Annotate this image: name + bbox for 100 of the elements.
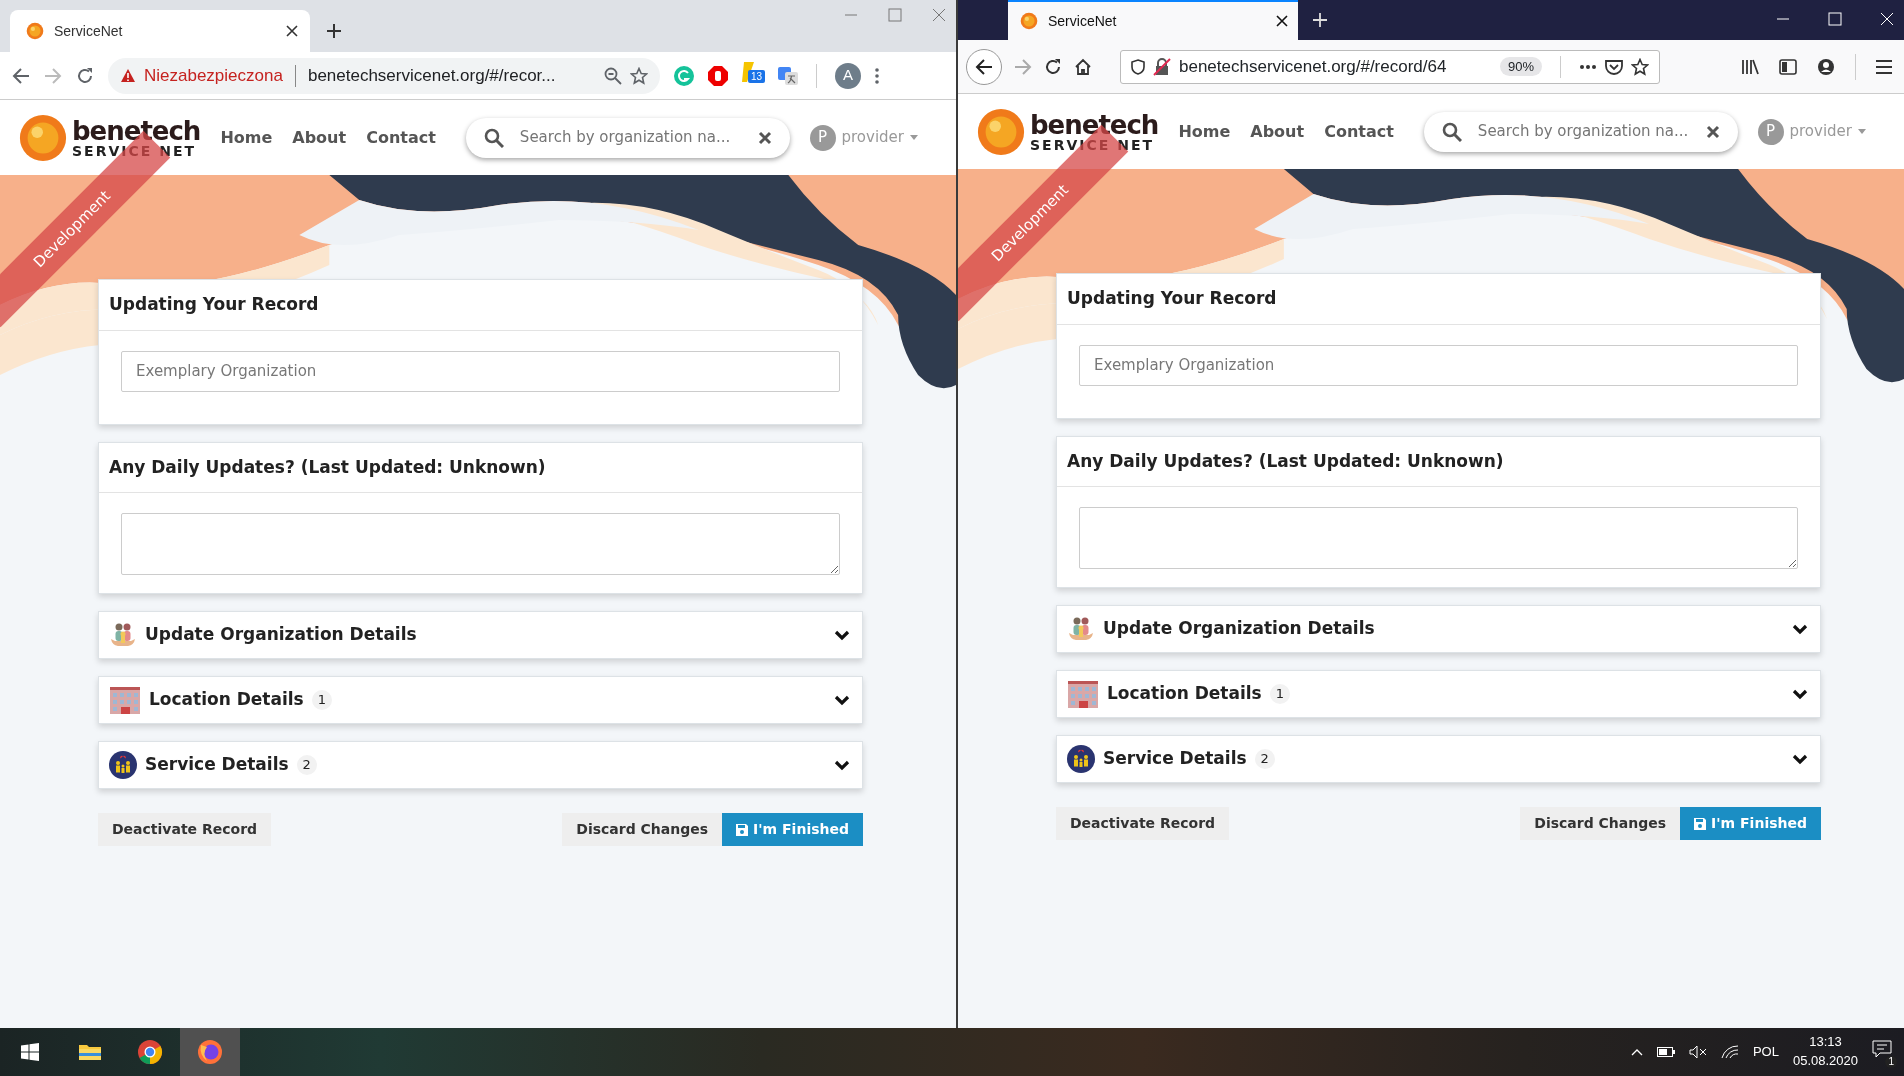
card-title: Updating Your Record	[1057, 274, 1820, 325]
chevron-down-icon	[834, 759, 850, 771]
notification-count: 1	[1885, 1055, 1897, 1068]
star-icon[interactable]	[1631, 57, 1649, 76]
accordion-header[interactable]: Service Details 2	[1056, 735, 1821, 783]
action-button[interactable]: Deactivate Record	[1056, 807, 1230, 840]
favicon-icon	[1020, 12, 1038, 30]
action-button[interactable]: Discard Changes	[1520, 807, 1681, 840]
card-title: Updating Your Record	[99, 280, 862, 331]
logo-globe-icon	[18, 112, 68, 163]
menu-icon[interactable]	[1876, 59, 1892, 74]
accordion-header[interactable]: Update Organization Details	[98, 611, 863, 659]
close-icon[interactable]	[1276, 15, 1288, 27]
wifi-icon[interactable]	[1720, 1045, 1739, 1059]
pocket-icon[interactable]	[1605, 58, 1623, 75]
account-icon[interactable]	[1817, 57, 1835, 76]
zoom-level[interactable]: 90%	[1499, 56, 1542, 77]
action-button[interactable]: Deactivate Record	[98, 813, 272, 846]
section-title: Update Organization Details	[1103, 617, 1375, 641]
language-indicator[interactable]: POL	[1752, 1042, 1779, 1062]
chevron-down-icon	[1792, 688, 1808, 700]
section-title: Service Details	[145, 753, 289, 777]
nav-link[interactable]: Contact	[366, 125, 436, 150]
chevron-down-icon	[1792, 753, 1808, 765]
close-icon[interactable]	[286, 25, 298, 37]
more-icon[interactable]	[875, 66, 879, 85]
new-tab-icon[interactable]	[326, 23, 342, 39]
accordion-header[interactable]: Service Details 2	[98, 741, 863, 789]
favicon-icon	[26, 22, 44, 40]
sidebar-icon[interactable]	[1779, 58, 1797, 75]
finish-button[interactable]: I'm Finished	[722, 813, 863, 846]
save-icon	[736, 823, 749, 836]
accordion-header[interactable]: Location Details 1	[1056, 670, 1821, 718]
count-badge: 1	[311, 690, 332, 710]
section-title: Service Details	[1103, 747, 1247, 771]
search-bar[interactable]: Search by organization na...	[465, 117, 790, 158]
user-avatar: P	[1757, 118, 1784, 145]
back-icon[interactable]	[12, 66, 30, 85]
address-bar[interactable]: Niezabezpieczona benetechservicenet.org/#/recor...	[108, 57, 660, 94]
organization-name-field[interactable]: Exemplary Organization	[1079, 344, 1798, 386]
notifications-icon[interactable]	[1872, 1040, 1892, 1059]
chevron-down-icon	[834, 629, 850, 641]
profile-avatar[interactable]: A	[835, 62, 861, 89]
reload-icon[interactable]	[1044, 57, 1062, 76]
section-title: Location Details	[1107, 682, 1262, 706]
building-icon	[109, 685, 141, 715]
family-icon	[1067, 615, 1095, 643]
browser-tab[interactable]: ServiceNet	[10, 10, 310, 52]
organization-name-field[interactable]: Exemplary Organization	[121, 350, 840, 392]
caret-icon	[910, 135, 918, 140]
clear-icon[interactable]	[757, 130, 772, 145]
back-button[interactable]	[966, 48, 1002, 85]
home-icon[interactable]	[1074, 57, 1092, 76]
chevron-down-icon	[834, 694, 850, 706]
chevron-up-icon[interactable]	[1630, 1048, 1643, 1056]
browser-tab[interactable]: ServiceNet	[1008, 0, 1298, 40]
chevron-down-icon	[1792, 623, 1808, 635]
nav-link[interactable]: About	[292, 125, 347, 150]
battery-icon[interactable]	[1656, 1047, 1675, 1057]
save-icon	[1694, 817, 1707, 830]
speaker-muted-icon[interactable]	[1688, 1045, 1707, 1059]
security-warning: Niezabezpieczona	[144, 64, 283, 87]
card-title: Any Daily Updates? (Last Updated: Unknown)	[1057, 436, 1820, 487]
url-text: benetechservicenet.org/#/record/64	[1179, 55, 1448, 78]
building-icon	[1067, 679, 1099, 709]
clock[interactable]: 13:13 05.08.2020	[1792, 1033, 1858, 1071]
accordion-header[interactable]: Update Organization Details	[1056, 605, 1821, 653]
address-bar[interactable]: benetechservicenet.org/#/record/64 90%	[1120, 49, 1660, 84]
zoom-icon[interactable]	[604, 66, 622, 85]
translate-icon[interactable]	[778, 65, 798, 86]
logo-globe-icon	[976, 106, 1026, 157]
daily-updates-field[interactable]	[121, 513, 840, 575]
daily-updates-field[interactable]	[1079, 507, 1798, 569]
star-icon[interactable]	[630, 66, 648, 85]
more-icon[interactable]	[1579, 64, 1597, 69]
finish-button[interactable]: I'm Finished	[1680, 807, 1821, 840]
nav-link[interactable]: Home	[220, 125, 273, 150]
extension-badge: 13	[748, 70, 766, 83]
user-avatar: P	[809, 124, 836, 151]
caret-icon	[1858, 129, 1866, 134]
count-badge: 2	[1254, 749, 1275, 769]
family-icon	[109, 621, 137, 649]
windows-logo-icon	[21, 1043, 39, 1061]
nav-link[interactable]: About	[1250, 119, 1305, 144]
accordion-header[interactable]: Location Details 1	[98, 676, 863, 724]
back-icon	[975, 57, 993, 76]
reload-icon[interactable]	[76, 66, 94, 85]
stop-hand-icon[interactable]	[708, 65, 728, 86]
action-button[interactable]: Discard Changes	[562, 813, 723, 846]
url-text: benetechservicenet.org/#/recor...	[307, 64, 557, 87]
firefox-icon	[197, 1039, 223, 1065]
search-bar[interactable]: Search by organization na...	[1423, 111, 1738, 152]
nav-link[interactable]: Contact	[1324, 119, 1394, 144]
count-badge: 2	[296, 755, 317, 775]
section-title: Location Details	[149, 688, 304, 712]
nav-link[interactable]: Home	[1178, 119, 1231, 144]
search-icon	[1441, 121, 1462, 142]
clear-icon[interactable]	[1705, 124, 1720, 139]
library-icon[interactable]	[1741, 58, 1759, 75]
card-title: Any Daily Updates? (Last Updated: Unknown)	[99, 442, 862, 493]
